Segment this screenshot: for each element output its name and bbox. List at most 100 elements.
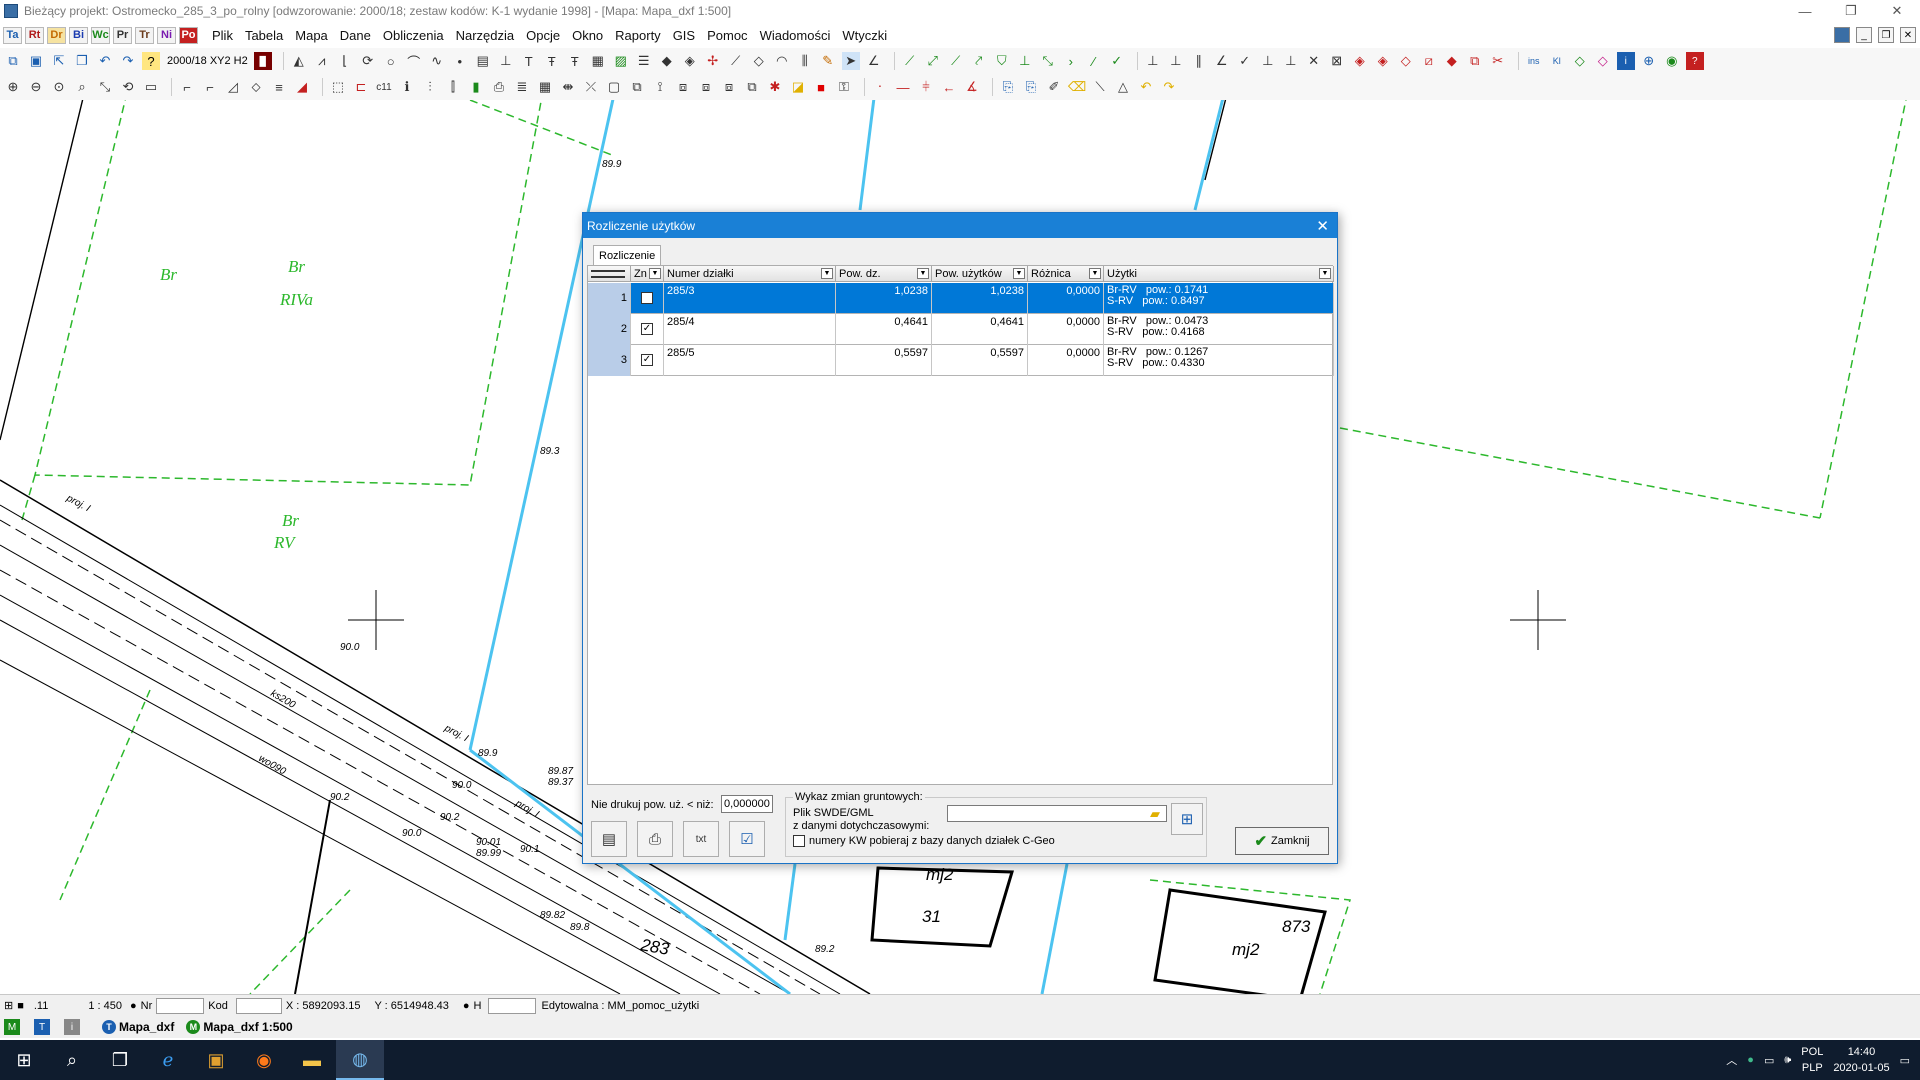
green-perp-icon[interactable]: ⊥: [1016, 52, 1034, 70]
module-rt-button[interactable]: Rt: [25, 26, 44, 44]
menu-plik[interactable]: Plik: [206, 28, 239, 43]
copy-icon[interactable]: ⧉: [4, 52, 22, 70]
shield-icon[interactable]: ◆: [658, 52, 676, 70]
cell-zn[interactable]: ✓: [631, 314, 664, 345]
stack-icon[interactable]: ≣: [513, 78, 531, 96]
black-square-icon[interactable]: ■: [17, 1000, 24, 1012]
menu-opcje[interactable]: Opcje: [520, 28, 566, 43]
path-icon[interactable]: ⟟: [651, 78, 669, 96]
tray-app-icon[interactable]: ●: [1747, 1054, 1754, 1066]
green-line-icon-2[interactable]: ⤢: [924, 52, 942, 70]
zamknij-button[interactable]: ✔ Zamknij: [1235, 827, 1329, 855]
select-icon-3[interactable]: ◿: [224, 78, 242, 96]
report-button[interactable]: ▤: [591, 821, 627, 857]
angle-icon[interactable]: ∠: [865, 52, 883, 70]
filter-pow-dz-icon[interactable]: ▼: [917, 268, 929, 279]
split-icon[interactable]: ⇼: [559, 78, 577, 96]
cell-numer[interactable]: 285/3: [664, 283, 836, 314]
green-chevron-icon[interactable]: ›: [1062, 52, 1080, 70]
row-checkbox[interactable]: ✓: [641, 354, 653, 366]
coord-system-label[interactable]: 2000/18 XY2 H2: [167, 55, 248, 67]
menu-obliczenia[interactable]: Obliczenia: [377, 28, 450, 43]
cell-uzytki[interactable]: Br-RV pow.: 0.0473 S-RV pow.: 0.4168: [1104, 314, 1334, 345]
red-diamond-icon-3[interactable]: ◇: [1397, 52, 1415, 70]
cell-roznica[interactable]: 0,0000: [1028, 314, 1104, 345]
mode-m-icon[interactable]: M: [4, 1019, 20, 1035]
list-icon[interactable]: ☰: [635, 52, 653, 70]
row-number[interactable]: 1: [588, 283, 631, 314]
green-shield-icon[interactable]: ⛉: [993, 52, 1011, 70]
module-tr-button[interactable]: Tr: [135, 26, 154, 44]
cell-pow-uz[interactable]: 0,5597: [932, 345, 1028, 376]
edge-icon[interactable]: ℯ: [144, 1040, 192, 1080]
mline-icon[interactable]: ⩘: [313, 52, 331, 70]
media-icon[interactable]: ▣: [192, 1040, 240, 1080]
cgeo-app-icon[interactable]: ◍: [336, 1040, 384, 1080]
cell-numer[interactable]: 285/5: [664, 345, 836, 376]
menu-dane[interactable]: Dane: [334, 28, 377, 43]
header-numer[interactable]: Numer działki ▼: [664, 266, 836, 282]
raster-icon[interactable]: █: [253, 52, 272, 70]
cell-zn[interactable]: ✓: [631, 345, 664, 376]
green-line-icon-1[interactable]: ⟋: [901, 52, 919, 70]
volume-icon[interactable]: 🕪: [1784, 1054, 1791, 1067]
kl-icon[interactable]: Kl: [1548, 52, 1566, 70]
dim-lines-icon[interactable]: ⫼: [796, 52, 814, 70]
cell-numer[interactable]: 285/4: [664, 314, 836, 345]
move-frame-icon[interactable]: ⧉: [743, 78, 761, 96]
clock[interactable]: 14:40 2020-01-05: [1833, 1044, 1889, 1076]
header-uzytki[interactable]: Użytki ▼: [1104, 266, 1334, 282]
red-dot-icon[interactable]: ⋅: [871, 78, 889, 96]
measure-icon[interactable]: ⟋: [727, 52, 745, 70]
menu-raporty[interactable]: Raporty: [609, 28, 667, 43]
file-explorer-icon[interactable]: ▬: [288, 1040, 336, 1080]
text-scale-icon[interactable]: Ŧ: [566, 52, 584, 70]
check-all-button[interactable]: ☑: [729, 821, 765, 857]
red-ruler-icon[interactable]: ⧄: [1420, 52, 1438, 70]
menu-wiadomosci[interactable]: Wiadomości: [754, 28, 837, 43]
perp-icon-4[interactable]: ⊥: [1282, 52, 1300, 70]
select-icon-1[interactable]: ⌐: [178, 78, 196, 96]
gis-icon[interactable]: ◉: [1663, 52, 1681, 70]
kw-checkbox[interactable]: [793, 835, 805, 847]
redo-icon[interactable]: ↷: [119, 52, 137, 70]
mdi-restore-icon[interactable]: ❐: [1878, 27, 1894, 43]
color-icon[interactable]: ◢: [293, 78, 311, 96]
kod-field[interactable]: [235, 997, 282, 1014]
search-icon[interactable]: ⌕: [48, 1040, 96, 1080]
polygon-draw-icon[interactable]: ◭: [290, 52, 308, 70]
red-copy-icon[interactable]: ⧉: [1466, 52, 1484, 70]
red-erase-icon[interactable]: ◆: [1443, 52, 1461, 70]
help-icon[interactable]: ?: [142, 52, 160, 70]
select-icon-2[interactable]: ⌐: [201, 78, 219, 96]
header-roznica[interactable]: Różnica ▼: [1028, 266, 1104, 282]
module-bi-button[interactable]: Bi: [69, 26, 88, 44]
language-indicator[interactable]: POL PLP: [1801, 1044, 1823, 1076]
yellow-fill-icon[interactable]: ◪: [789, 78, 807, 96]
question-icon[interactable]: ?: [1685, 52, 1704, 70]
filter-zn-icon[interactable]: ▼: [649, 268, 661, 279]
redo-yellow-icon[interactable]: ↷: [1160, 78, 1178, 96]
perp-icon-3[interactable]: ⊥: [1259, 52, 1277, 70]
filter-pow-uz-icon[interactable]: ▼: [1013, 268, 1025, 279]
red-scissors-icon[interactable]: ✂: [1489, 52, 1507, 70]
arc-icon[interactable]: ⌒: [405, 52, 423, 70]
chart-icon[interactable]: ⫿: [444, 78, 462, 96]
module-po-button[interactable]: Po: [179, 26, 198, 44]
red-hline-icon[interactable]: —: [894, 78, 912, 96]
mode-t-icon[interactable]: T: [34, 1019, 50, 1035]
undo-yellow-icon[interactable]: ↶: [1137, 78, 1155, 96]
nie-drukuj-input[interactable]: [721, 795, 773, 813]
text-icon[interactable]: T: [520, 52, 538, 70]
linetype-icon[interactable]: ≡: [270, 78, 288, 96]
overlap-icon[interactable]: ⧉: [628, 78, 646, 96]
frames-3-icon[interactable]: ⧈: [720, 78, 738, 96]
zoom-window-icon[interactable]: ⌕: [73, 78, 91, 96]
ins-icon[interactable]: ins: [1525, 52, 1543, 70]
green-line-icon-4[interactable]: ⤤: [970, 52, 988, 70]
header-pow-dz[interactable]: Pow. dz. ▼: [836, 266, 932, 282]
cell-pow-dz[interactable]: 0,4641: [836, 314, 932, 345]
table-icon[interactable]: ▦: [536, 78, 554, 96]
tab-rozliczenie[interactable]: Rozliczenie: [593, 245, 662, 265]
cell-pow-dz[interactable]: 0,5597: [836, 345, 932, 376]
